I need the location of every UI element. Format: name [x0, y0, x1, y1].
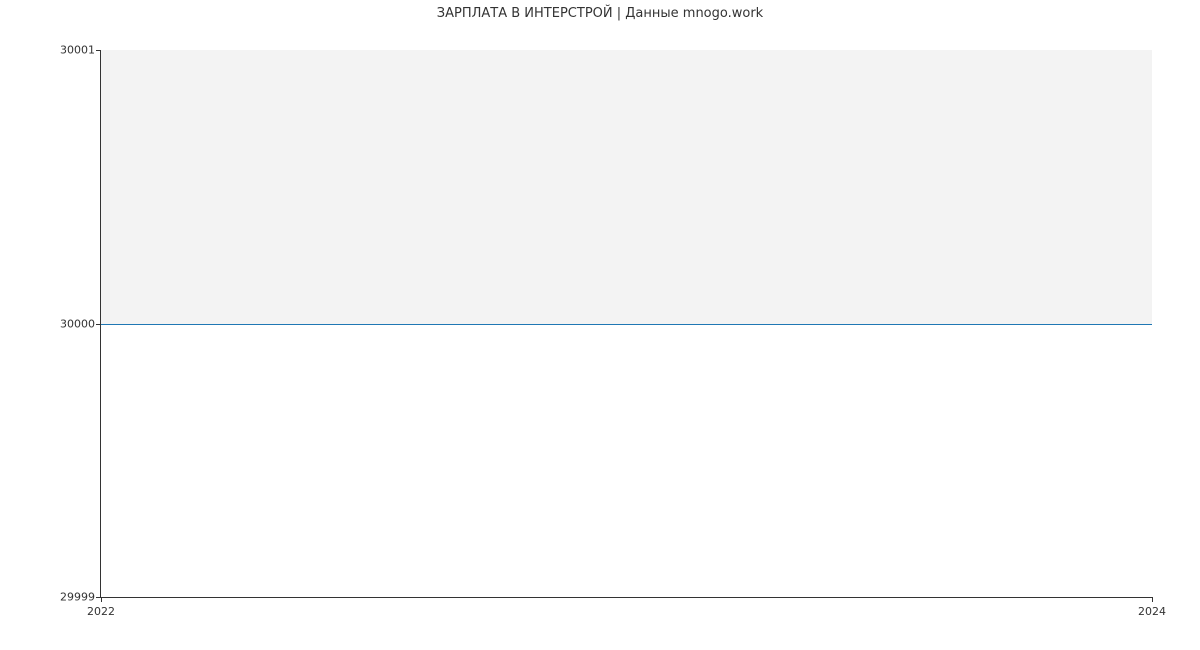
y-tick-label: 29999 [60, 591, 95, 604]
y-tick-mark [96, 50, 101, 51]
y-tick-mark [96, 324, 101, 325]
plot-area: 30001 30000 29999 2022 2024 [100, 50, 1152, 598]
y-tick-label: 30000 [60, 317, 95, 330]
chart-title: ЗАРПЛАТА В ИНТЕРСТРОЙ | Данные mnogo.wor… [0, 6, 1200, 21]
area-fill [101, 50, 1152, 324]
y-tick-label: 30001 [60, 44, 95, 57]
chart-container: ЗАРПЛАТА В ИНТЕРСТРОЙ | Данные mnogo.wor… [0, 0, 1200, 650]
x-tick-mark [101, 597, 102, 602]
data-line [101, 324, 1152, 325]
x-tick-label: 2022 [87, 605, 115, 618]
x-tick-mark [1152, 597, 1153, 602]
x-tick-label: 2024 [1138, 605, 1166, 618]
